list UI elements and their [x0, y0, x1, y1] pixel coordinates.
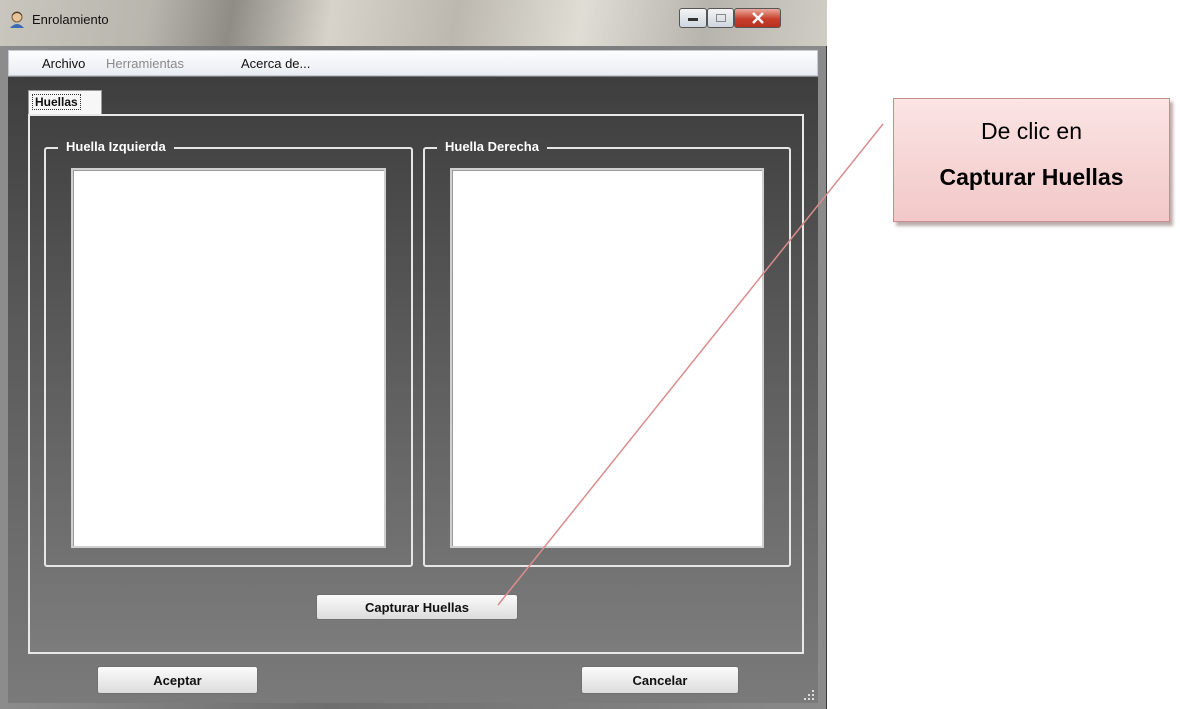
resize-grip-icon[interactable]: [804, 690, 816, 702]
user-icon: [10, 11, 24, 28]
maximize-button[interactable]: [707, 8, 734, 28]
capture-fingerprints-button[interactable]: Capturar Huellas: [316, 594, 518, 620]
menu-bar: Archivo Herramientas Acerca de...: [8, 50, 818, 76]
group-label-left: Huella Izquierda: [58, 139, 174, 154]
minimize-button[interactable]: [679, 8, 707, 28]
minimize-icon: [688, 18, 698, 21]
fingerprint-left-image: [71, 168, 386, 548]
accept-button[interactable]: Aceptar: [97, 666, 258, 694]
menu-archivo[interactable]: Archivo: [42, 56, 85, 71]
close-icon: [751, 12, 764, 24]
tab-huellas[interactable]: Huellas: [28, 90, 102, 114]
callout-line1: De clic en: [981, 118, 1082, 144]
title-bar[interactable]: Enrolamiento: [0, 0, 827, 46]
close-button[interactable]: [734, 8, 781, 28]
callout-line2: Capturar Huellas: [939, 164, 1124, 190]
window-title: Enrolamiento: [32, 12, 109, 27]
tab-huellas-label: Huellas: [32, 94, 81, 110]
instruction-callout: De clic en Capturar Huellas: [893, 98, 1170, 222]
menu-herramientas[interactable]: Herramientas: [106, 56, 184, 71]
group-label-right: Huella Derecha: [437, 139, 547, 154]
enrolamiento-window: Enrolamiento Archivo Herramientas Acerca…: [0, 0, 827, 709]
fingerprint-right-image: [450, 168, 764, 548]
maximize-icon: [715, 14, 726, 22]
menu-acerca-de[interactable]: Acerca de...: [241, 56, 310, 71]
cancel-button[interactable]: Cancelar: [581, 666, 739, 694]
